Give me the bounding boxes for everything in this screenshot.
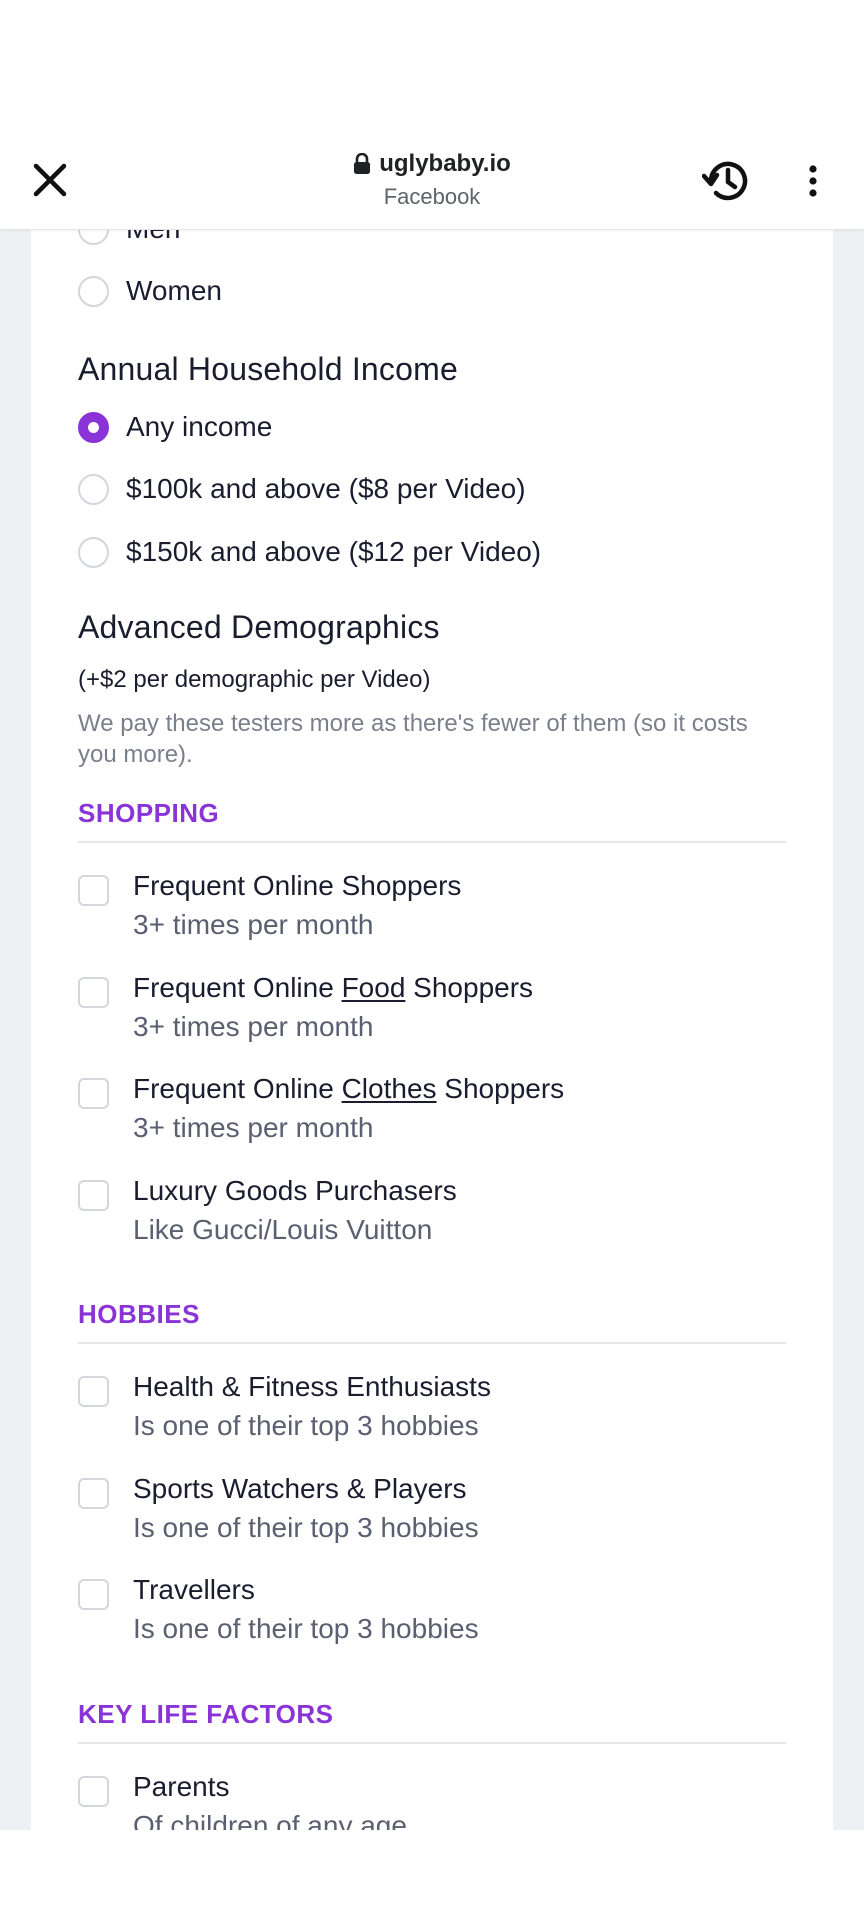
income-option-100k[interactable]: $100k and above ($8 per Video) — [78, 473, 526, 505]
option-subtitle: 3+ times per month — [133, 909, 374, 940]
income-option-150k[interactable]: $150k and above ($12 per Video) — [78, 536, 541, 568]
option-travellers[interactable]: Travellers Is one of their top 3 hobbies — [78, 1571, 479, 1649]
history-button[interactable] — [700, 154, 754, 208]
targeting-card: Men Women Annual Household Income Any in… — [31, 230, 833, 1830]
checkbox[interactable] — [78, 875, 109, 906]
checkbox[interactable] — [78, 1180, 109, 1211]
section-title-hobbies: HOBBIES — [78, 1299, 200, 1329]
option-title: Health & Fitness Enthusiasts — [133, 1371, 491, 1402]
checkbox[interactable] — [78, 1776, 109, 1807]
close-button[interactable] — [26, 156, 74, 204]
option-title: Frequent Online Clothes Shoppers — [133, 1073, 565, 1104]
browser-toolbar: uglybaby.io Facebook — [0, 130, 864, 230]
history-icon — [702, 161, 748, 201]
lock-icon — [354, 153, 371, 174]
option-subtitle: Is one of their top 3 hobbies — [133, 1512, 479, 1543]
url-display[interactable]: uglybaby.io Facebook — [232, 150, 632, 210]
radio-button-selected[interactable] — [78, 411, 109, 443]
section-divider — [78, 841, 786, 843]
option-subtitle: Is one of their top 3 hobbies — [133, 1410, 479, 1441]
section-title-key-life-factors: KEY LIFE FACTORS — [78, 1699, 334, 1729]
option-title: Sports Watchers & Players — [133, 1473, 467, 1504]
url-text: uglybaby.io — [379, 150, 511, 177]
radio-button[interactable] — [78, 230, 109, 245]
option-frequent-online-food-shoppers[interactable]: Frequent Online Food Shoppers 3+ times p… — [78, 969, 533, 1047]
advanced-demographics-heading: Advanced Demographics — [78, 609, 440, 645]
description-text: We pay these testers more as there's few… — [78, 710, 748, 768]
section-divider — [78, 1342, 786, 1344]
checkbox[interactable] — [78, 1478, 109, 1509]
radio-button[interactable] — [78, 275, 109, 307]
url-subtitle: Facebook — [383, 184, 481, 209]
option-title: Parents — [133, 1771, 230, 1802]
navigation-bar-area — [0, 1830, 864, 1923]
checkbox[interactable] — [78, 1579, 109, 1610]
close-icon — [33, 163, 67, 197]
price-note: (+$2 per demographic per Video) — [78, 666, 431, 693]
checkbox[interactable] — [78, 977, 109, 1008]
option-subtitle: 3+ times per month — [133, 1112, 374, 1143]
option-title: Luxury Goods Purchasers — [133, 1175, 457, 1206]
option-title: Frequent Online Food Shoppers — [133, 972, 534, 1003]
radio-label: $150k and above ($12 per Video) — [126, 536, 542, 567]
option-frequent-online-clothes-shoppers[interactable]: Frequent Online Clothes Shoppers 3+ time… — [78, 1070, 564, 1148]
option-luxury-goods-purchasers[interactable]: Luxury Goods Purchasers Like Gucci/Louis… — [78, 1172, 457, 1250]
option-title: Frequent Online Shoppers — [133, 870, 462, 901]
section-title-shopping: SHOPPING — [78, 798, 220, 828]
gender-option-women[interactable]: Women — [78, 275, 222, 307]
income-heading: Annual Household Income — [78, 351, 458, 387]
income-option-any[interactable]: Any income — [78, 411, 272, 443]
radio-label: $100k and above ($8 per Video) — [126, 473, 526, 504]
radio-label: Women — [126, 275, 222, 306]
radio-label: Men — [126, 230, 180, 245]
option-title: Travellers — [133, 1574, 255, 1605]
radio-label: Any income — [126, 411, 273, 442]
radio-button[interactable] — [78, 473, 109, 505]
option-subtitle: Like Gucci/Louis Vuitton — [133, 1214, 433, 1245]
section-divider — [78, 1742, 786, 1744]
option-sports-watchers-players[interactable]: Sports Watchers & Players Is one of thei… — [78, 1470, 479, 1548]
more-options-button[interactable] — [796, 154, 830, 208]
status-bar-area — [0, 0, 864, 130]
page-viewport: Men Women Annual Household Income Any in… — [0, 230, 864, 1830]
option-health-fitness-enthusiasts[interactable]: Health & Fitness Enthusiasts Is one of t… — [78, 1368, 491, 1446]
option-subtitle: Is one of their top 3 hobbies — [133, 1613, 479, 1644]
radio-button[interactable] — [78, 536, 109, 568]
option-subtitle: 3+ times per month — [133, 1011, 374, 1042]
option-subtitle: Of children of any age — [133, 1810, 407, 1830]
checkbox[interactable] — [78, 1078, 109, 1109]
option-frequent-online-shoppers[interactable]: Frequent Online Shoppers 3+ times per mo… — [78, 867, 461, 945]
option-parents[interactable]: Parents Of children of any age — [78, 1768, 407, 1830]
more-vert-icon — [809, 165, 817, 197]
gender-option-men[interactable]: Men — [78, 230, 180, 245]
checkbox[interactable] — [78, 1376, 109, 1407]
